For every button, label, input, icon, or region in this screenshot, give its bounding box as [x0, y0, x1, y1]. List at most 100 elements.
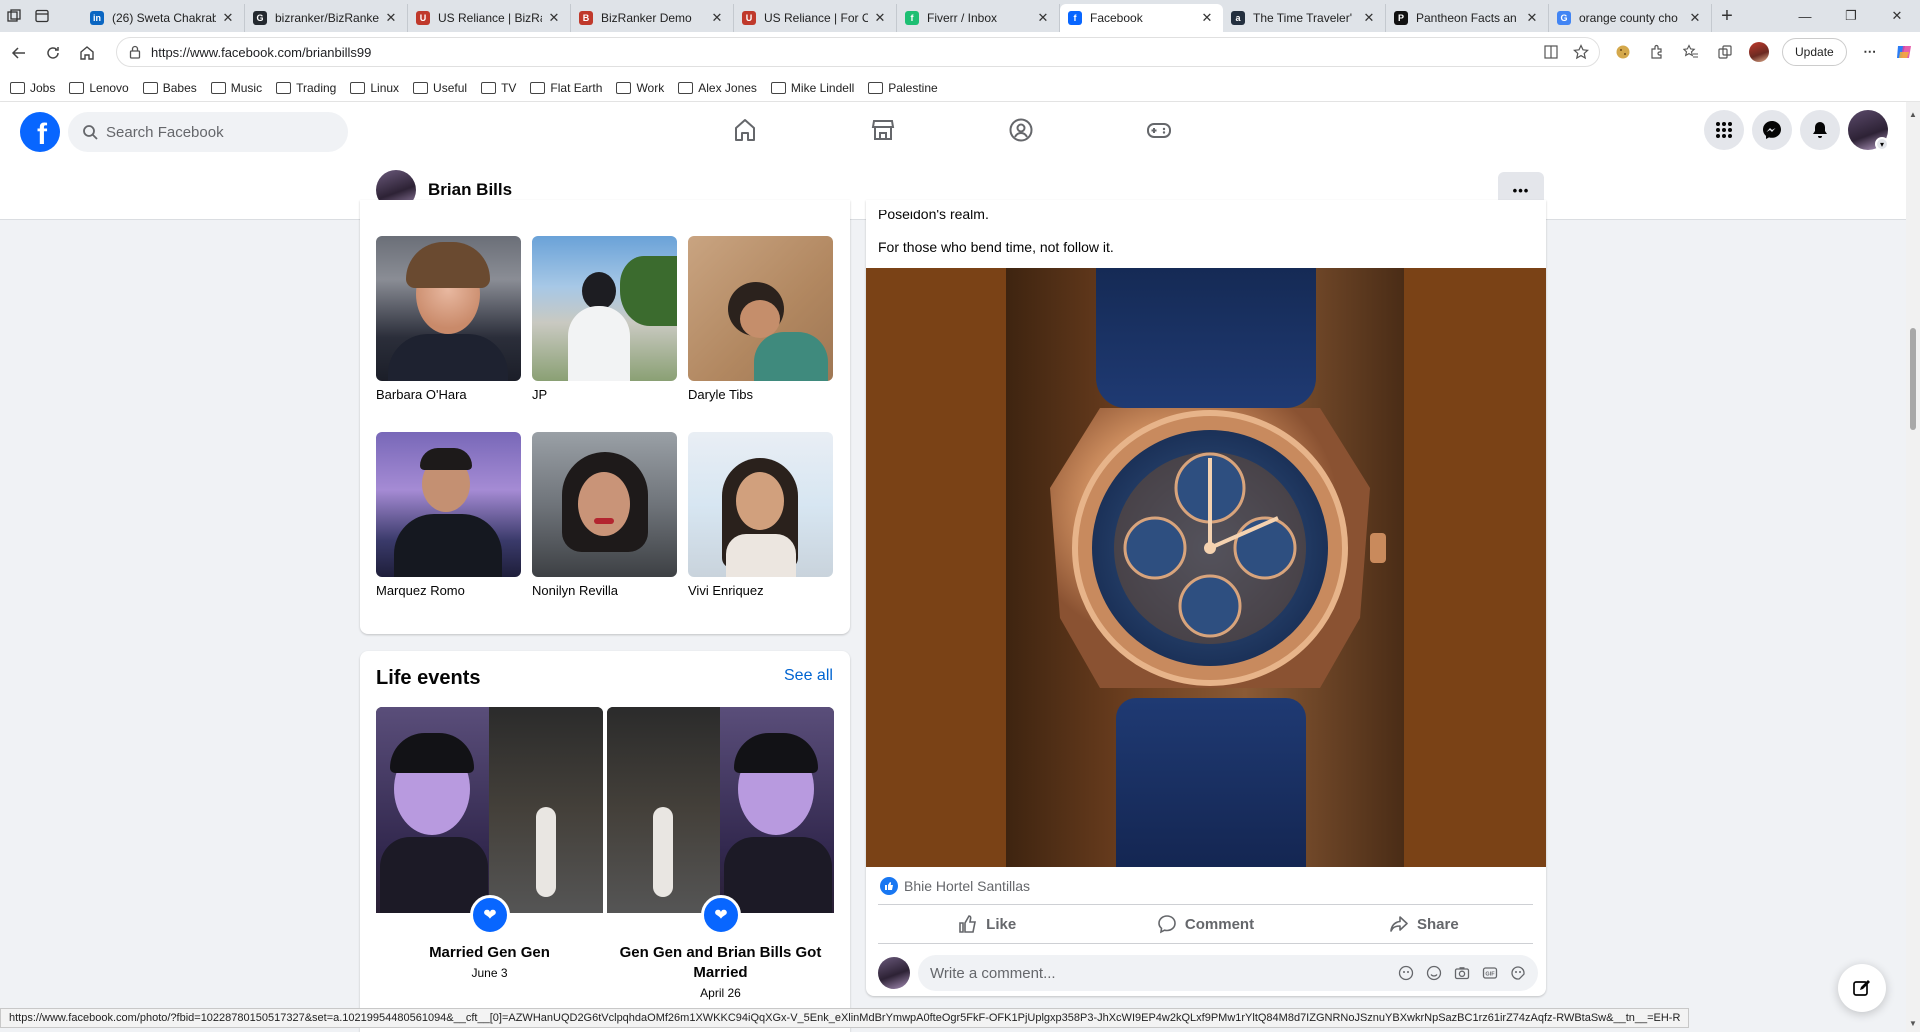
messenger-icon[interactable] — [1752, 110, 1792, 150]
bookmark-folder[interactable]: Useful — [413, 81, 467, 95]
lock-icon[interactable] — [129, 45, 141, 59]
friend-tile[interactable]: Barbara O'Hara — [376, 236, 521, 402]
home-icon[interactable] — [70, 36, 104, 70]
update-button[interactable]: Update — [1782, 38, 1847, 66]
friend-name[interactable]: Marquez Romo — [376, 583, 521, 598]
bookmark-label[interactable]: Mike Lindell — [791, 81, 854, 95]
bookmark-label[interactable]: Useful — [433, 81, 467, 95]
browser-tab[interactable]: a The Time Traveler' ✕ — [1223, 4, 1386, 32]
bookmark-folder[interactable]: Lenovo — [69, 81, 129, 95]
gif-icon[interactable]: GIF — [1482, 965, 1498, 981]
close-tab-icon[interactable]: ✕ — [1687, 10, 1703, 26]
browser-tab[interactable]: f Fiverr / Inbox ✕ — [897, 4, 1060, 32]
life-event-title[interactable]: Gen Gen and Brian Bills Got Married — [607, 943, 834, 983]
extension-cookie-icon[interactable] — [1612, 41, 1634, 63]
browser-tab[interactable]: U US Reliance | BizRa ✕ — [408, 4, 571, 32]
share-button[interactable]: Share — [1315, 905, 1533, 943]
search-input[interactable] — [106, 123, 326, 141]
life-event-photo[interactable] — [607, 707, 834, 913]
favorites-icon[interactable] — [1680, 41, 1702, 63]
tab-title[interactable]: The Time Traveler' — [1253, 11, 1357, 25]
friend-photo[interactable] — [532, 432, 677, 577]
browser-tab[interactable]: P Pantheon Facts an ✕ — [1386, 4, 1549, 32]
browser-tab[interactable]: B BizRanker Demo ✕ — [571, 4, 734, 32]
gaming-nav-icon[interactable] — [1144, 116, 1174, 144]
tab-actions-icon[interactable] — [28, 2, 56, 30]
life-event-item[interactable]: ❤ Married Gen Gen June 3 — [376, 707, 603, 980]
tab-title[interactable]: BizRanker Demo — [601, 11, 705, 25]
sticker-icon[interactable] — [1510, 965, 1526, 981]
address-field[interactable]: https://www.facebook.com/brianbills99 — [116, 37, 1600, 67]
minimize-button[interactable]: — — [1782, 0, 1828, 32]
bookmark-folder[interactable]: Babes — [142, 81, 197, 95]
close-tab-icon[interactable]: ✕ — [1199, 10, 1215, 26]
bookmark-label[interactable]: Lenovo — [89, 81, 128, 95]
new-tab-button[interactable]: + — [1712, 2, 1742, 30]
favorite-star-icon[interactable] — [1573, 44, 1589, 60]
close-window-button[interactable]: ✕ — [1874, 0, 1920, 32]
home-nav-icon[interactable] — [730, 116, 760, 144]
bookmark-folder[interactable]: Flat Earth — [530, 81, 602, 95]
friend-name[interactable]: Barbara O'Hara — [376, 387, 521, 402]
scrollbar-thumb[interactable] — [1910, 328, 1916, 430]
friend-name[interactable]: JP — [532, 387, 677, 402]
close-tab-icon[interactable]: ✕ — [383, 10, 399, 26]
bookmark-label[interactable]: Palestine — [888, 81, 937, 95]
close-tab-icon[interactable]: ✕ — [709, 10, 725, 26]
reaction-name[interactable]: Bhie Hortel Santillas — [904, 878, 1030, 894]
close-tab-icon[interactable]: ✕ — [220, 10, 236, 26]
friend-tile[interactable]: Vivi Enriquez — [688, 432, 833, 598]
friend-name[interactable]: Daryle Tibs — [688, 387, 833, 402]
friend-photo[interactable] — [532, 236, 677, 381]
tab-title[interactable]: Pantheon Facts an — [1416, 11, 1520, 25]
emoji-icon[interactable] — [1426, 965, 1442, 981]
life-event-photo[interactable] — [376, 707, 603, 913]
friend-name[interactable]: Vivi Enriquez — [688, 583, 833, 598]
refresh-icon[interactable] — [36, 36, 70, 70]
browser-tab[interactable]: Gbizranker/BizRanke ✕ — [245, 4, 408, 32]
friend-tile[interactable]: JP — [532, 236, 677, 402]
bookmark-folder[interactable]: Music — [210, 81, 262, 95]
bookmark-folder[interactable]: TV — [481, 81, 516, 95]
close-tab-icon[interactable]: ✕ — [1524, 10, 1540, 26]
bookmark-folder[interactable]: Jobs — [10, 81, 55, 95]
extensions-puzzle-icon[interactable] — [1646, 41, 1668, 63]
friend-photo[interactable] — [376, 432, 521, 577]
restore-button[interactable]: ❐ — [1828, 0, 1874, 32]
post-photo-watch[interactable] — [866, 268, 1546, 867]
browser-tab[interactable]: f Facebook ✕ — [1060, 4, 1223, 32]
friend-tile[interactable]: Nonilyn Revilla — [532, 432, 677, 598]
comment-box[interactable]: GIF — [918, 955, 1538, 991]
bookmark-folder[interactable]: Work — [616, 81, 664, 95]
bookmark-label[interactable]: Flat Earth — [550, 81, 602, 95]
menu-grid-icon[interactable] — [1704, 110, 1744, 150]
friend-photo[interactable] — [688, 432, 833, 577]
bookmark-label[interactable]: Babes — [163, 81, 197, 95]
close-tab-icon[interactable]: ✕ — [872, 10, 888, 26]
friend-photo[interactable] — [376, 236, 521, 381]
facebook-logo-icon[interactable]: f — [20, 112, 60, 152]
tab-title[interactable]: US Reliance | BizRa — [438, 11, 542, 25]
comment-button[interactable]: Comment — [1096, 905, 1314, 943]
workspaces-icon[interactable] — [0, 2, 28, 30]
tab-title[interactable]: orange county cho — [1579, 11, 1683, 25]
avatar-sticker-icon[interactable] — [1398, 965, 1414, 981]
friend-tile[interactable]: Daryle Tibs — [688, 236, 833, 402]
groups-nav-icon[interactable] — [1006, 116, 1036, 144]
tab-title[interactable]: Fiverr / Inbox — [927, 11, 1031, 25]
bookmark-label[interactable]: Work — [636, 81, 664, 95]
settings-more-icon[interactable]: ⋯ — [1859, 41, 1881, 63]
page-scrollbar[interactable]: ▲ ▼ — [1906, 102, 1920, 1032]
life-event-item[interactable]: ❤ Gen Gen and Brian Bills Got Married Ap… — [607, 707, 834, 1000]
bookmark-label[interactable]: TV — [501, 81, 516, 95]
camera-icon[interactable] — [1454, 965, 1470, 981]
friend-tile[interactable]: Marquez Romo — [376, 432, 521, 598]
new-message-button[interactable] — [1838, 964, 1886, 1012]
browser-tab[interactable]: Gorange county cho ✕ — [1549, 4, 1712, 32]
scroll-up-arrow-icon[interactable]: ▲ — [1909, 110, 1917, 119]
bookmark-label[interactable]: Alex Jones — [698, 81, 757, 95]
see-all-link[interactable]: See all — [784, 667, 833, 685]
close-tab-icon[interactable]: ✕ — [1361, 10, 1377, 26]
bookmark-folder[interactable]: Linux — [350, 81, 399, 95]
bookmark-label[interactable]: Music — [231, 81, 262, 95]
